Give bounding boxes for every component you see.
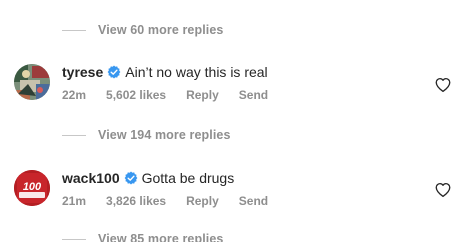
username[interactable]: wack100	[62, 170, 120, 186]
comment-text: Ain’t no way this is real	[125, 64, 268, 80]
view-more-replies-label: View 85 more replies	[98, 232, 224, 242]
comment-text: Gotta be drugs	[141, 170, 235, 186]
view-more-replies-label: View 194 more replies	[98, 128, 231, 142]
avatar-text: 100	[23, 181, 42, 193]
comment-body: wack100 Gotta be drugs	[62, 167, 234, 189]
view-more-replies-label: View 60 more replies	[98, 23, 224, 37]
avatar[interactable]: 100	[14, 170, 50, 206]
comment-meta: 21m 3,826 likes Reply Send	[62, 192, 288, 210]
reply-divider-line	[62, 238, 86, 240]
verified-badge-icon	[124, 171, 138, 185]
comment-timestamp: 22m	[62, 88, 87, 102]
heart-icon[interactable]	[434, 181, 452, 199]
comment-body: tyrese Ain’t no way this is real	[62, 61, 268, 83]
view-more-replies-button[interactable]: View 85 more replies	[62, 229, 223, 242]
likes-count-button[interactable]: 3,826 likes	[106, 194, 166, 208]
heart-icon[interactable]	[434, 76, 452, 94]
username[interactable]: tyrese	[62, 64, 103, 80]
view-more-replies-button[interactable]: View 60 more replies	[62, 20, 223, 40]
reply-button[interactable]: Reply	[186, 194, 219, 208]
reply-button[interactable]: Reply	[186, 88, 219, 102]
comment-meta: 22m 5,602 likes Reply Send	[62, 86, 288, 104]
view-more-replies-button[interactable]: View 194 more replies	[62, 125, 231, 145]
reply-divider-line	[62, 29, 86, 31]
verified-badge-icon	[107, 65, 121, 79]
comment-timestamp: 21m	[62, 194, 87, 208]
avatar[interactable]	[14, 64, 50, 100]
reply-divider-line	[62, 134, 86, 136]
avatar-image	[14, 64, 50, 100]
likes-count-button[interactable]: 5,602 likes	[106, 88, 166, 102]
comment-thread: View 60 more replies tyrese Ain’t no way…	[0, 0, 474, 242]
avatar-image: 100	[14, 170, 50, 206]
send-button[interactable]: Send	[239, 88, 268, 102]
send-button[interactable]: Send	[239, 194, 268, 208]
